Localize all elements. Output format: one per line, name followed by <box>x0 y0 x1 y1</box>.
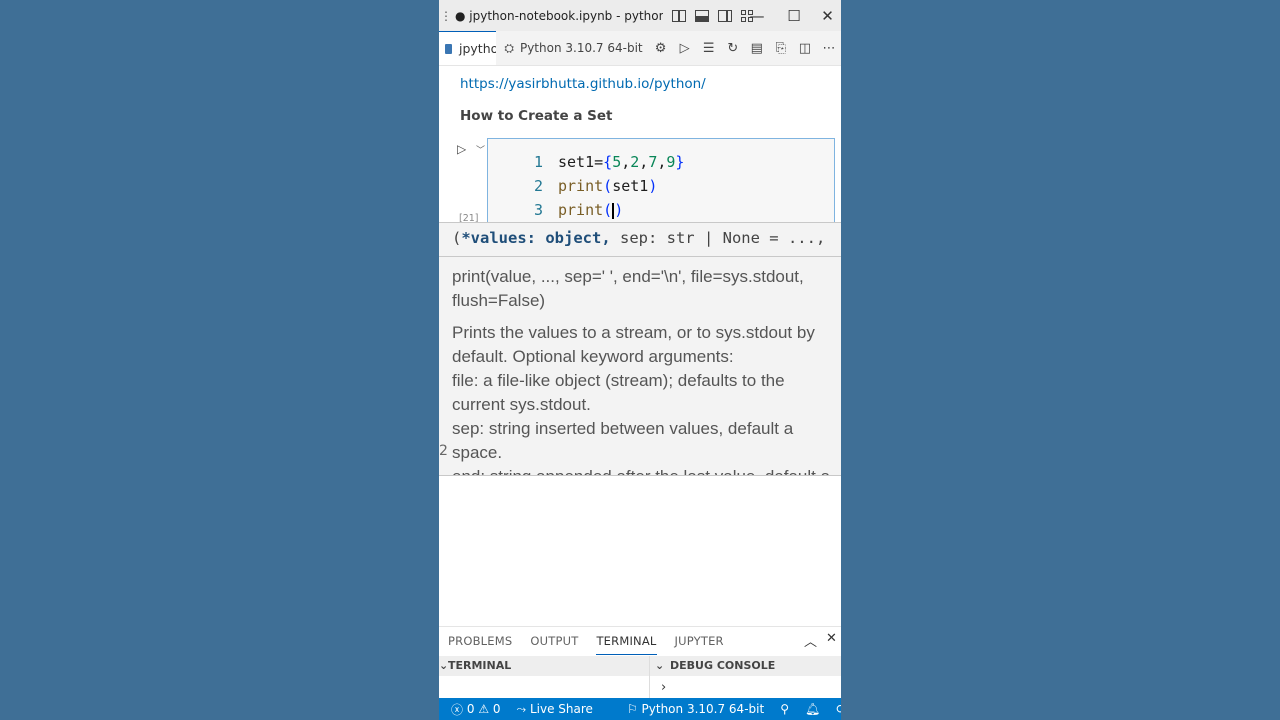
split-editor-icon[interactable]: ◫ <box>793 41 817 56</box>
warning-icon: ⚠ <box>478 702 490 716</box>
code-token: , <box>639 153 649 171</box>
notebook-tab-label: jpython <box>459 41 496 56</box>
code-line: 1 set1={5,2,7,9} <box>488 150 684 174</box>
signature-help-popup: (*values: object, sep: str | None = ...,… <box>439 222 841 476</box>
code-token: set1= <box>558 153 604 171</box>
outline-list-icon[interactable]: ☰ <box>697 41 721 56</box>
run-options-chevron-icon[interactable]: ﹀ <box>476 143 485 156</box>
line-number: 3 <box>533 201 543 219</box>
interpreter-selector[interactable]: ⚐ Python 3.10.7 64-bit <box>627 702 764 716</box>
tab-problems[interactable]: PROBLEMS <box>448 627 512 655</box>
code-cell[interactable]: 1 set1={5,2,7,9} 2 print(set1) 3 print() <box>487 138 835 228</box>
code-token: 5 <box>612 153 622 171</box>
code-token: print <box>558 201 604 219</box>
toggle-panel-icon[interactable] <box>695 9 709 22</box>
toggle-secondary-sidebar-icon[interactable] <box>718 9 732 22</box>
live-share-button[interactable]: ⤳ Live Share <box>517 702 593 717</box>
signature-divider <box>439 256 841 257</box>
signature-rest: sep: str | None = ..., <box>610 229 826 247</box>
live-share-label: Live Share <box>529 702 593 716</box>
error-count: 0 <box>466 702 475 716</box>
toggle-primary-sidebar-icon[interactable] <box>672 9 686 22</box>
maximize-button[interactable]: ☐ <box>776 0 812 31</box>
doc-signature: print(value, ..., sep=' ', end='\n', fil… <box>452 267 804 310</box>
gutter-glyph: 2 <box>439 443 448 459</box>
feedback-icon[interactable]: ⚲ <box>780 702 789 716</box>
doc-sep-param: sep: string inserted between values, def… <box>452 419 794 462</box>
signature-line: (*values: object, sep: str | None = ..., <box>452 229 841 251</box>
code-token: } <box>675 153 685 171</box>
panel-tab-bar: PROBLEMS OUTPUT TERMINAL JUPYTER ︿ ✕ <box>439 626 841 655</box>
code-line: 3 print() <box>488 198 623 222</box>
code-token: ) <box>614 201 624 219</box>
notebook-tab[interactable]: jpython <box>439 31 497 65</box>
panel-section-headers: ⌄ TERMINAL ⌄ DEBUG CONSOLE <box>439 656 841 676</box>
title-bar: ⋮ ● jpython-notebook.ipynb - python... —… <box>439 0 841 31</box>
line-number: 1 <box>533 153 543 171</box>
docstring: print(value, ..., sep=' ', end='\n', fil… <box>452 265 837 475</box>
tab-terminal[interactable]: TERMINAL <box>596 627 657 655</box>
code-token: { <box>603 153 613 171</box>
sync-icon[interactable]: ⟳ <box>836 702 841 716</box>
doc-description: Prints the values to a stream, or to sys… <box>452 323 815 366</box>
error-icon: ⓧ <box>451 702 464 717</box>
debug-console-prompt[interactable]: › <box>661 680 666 695</box>
code-token: ) <box>648 177 658 195</box>
interpreter-label: Python 3.10.7 64-bit <box>641 702 765 716</box>
tab-jupyter[interactable]: JUPYTER <box>675 627 724 655</box>
markdown-heading: How to Create a Set <box>460 108 613 124</box>
run-all-icon[interactable]: ▷ <box>673 41 697 56</box>
run-cell-icon[interactable]: ▷ <box>457 142 466 156</box>
open-changes-icon[interactable]: ⎘ <box>769 41 793 56</box>
code-token: , <box>621 153 631 171</box>
doc-end-param: end: string appended after the last valu… <box>452 465 837 475</box>
signature-open-paren: ( <box>452 229 462 247</box>
code-token: ( <box>603 201 613 219</box>
editor-tab-bar: jpython ⛭ Python 3.10.7 64-bit ⚙ ▷ ☰ ↻ ▤… <box>439 31 841 66</box>
panel-divider[interactable] <box>649 656 650 698</box>
kernel-icon: ⛭ <box>504 40 514 55</box>
minimize-button[interactable]: — <box>739 0 775 31</box>
chevron-down-icon[interactable]: ⌄ <box>439 659 448 672</box>
menu-icon[interactable]: ⋮ <box>439 9 453 23</box>
warning-count: 0 <box>492 702 501 716</box>
doc-file-param: file: a file-like object (stream); defau… <box>452 371 785 414</box>
chevron-down-icon[interactable]: ⌄ <box>655 659 664 672</box>
markdown-link[interactable]: https://yasirbhutta.github.io/python/ <box>460 76 706 92</box>
line-number: 2 <box>533 177 543 195</box>
maximize-panel-icon[interactable]: ︿ <box>804 631 817 650</box>
active-parameter: *values: object, <box>461 229 611 247</box>
notebook-file-icon <box>445 43 452 54</box>
terminal-body[interactable] <box>439 676 841 698</box>
restart-kernel-icon[interactable]: ↻ <box>721 41 745 56</box>
problems-status[interactable]: ⓧ 0 ⚠ 0 <box>451 701 501 718</box>
live-share-icon: ⤳ <box>516 701 527 716</box>
vscode-window: ⋮ ● jpython-notebook.ipynb - python... —… <box>439 0 841 720</box>
code-line: 2 print(set1) <box>488 174 657 198</box>
terminal-heading[interactable]: TERMINAL <box>448 659 511 672</box>
variables-icon[interactable]: ▤ <box>745 41 769 56</box>
code-token: 7 <box>648 153 658 171</box>
window-title: ● jpython-notebook.ipynb - python... <box>455 8 663 23</box>
code-token: print <box>558 177 604 195</box>
python-icon: ⚐ <box>626 702 638 716</box>
tab-output[interactable]: OUTPUT <box>530 627 578 655</box>
kernel-picker[interactable]: ⛭ Python 3.10.7 64-bit <box>504 41 642 56</box>
settings-gear-icon[interactable]: ⚙ <box>649 41 673 56</box>
debug-console-heading[interactable]: DEBUG CONSOLE <box>670 659 775 672</box>
close-window-button[interactable]: ✕ <box>814 0 841 31</box>
close-panel-icon[interactable]: ✕ <box>826 631 837 646</box>
notifications-bell-icon[interactable]: 🔔︎ <box>805 702 820 716</box>
code-token: set1 <box>612 177 649 195</box>
status-bar: ⓧ 0 ⚠ 0 ⤳ Live Share ⚐ Python 3.10.7 64-… <box>439 698 841 720</box>
code-token: ( <box>603 177 613 195</box>
kernel-label: Python 3.10.7 64-bit <box>519 41 643 55</box>
more-actions-icon[interactable]: ⋯ <box>817 41 841 56</box>
code-token: 2 <box>630 153 640 171</box>
